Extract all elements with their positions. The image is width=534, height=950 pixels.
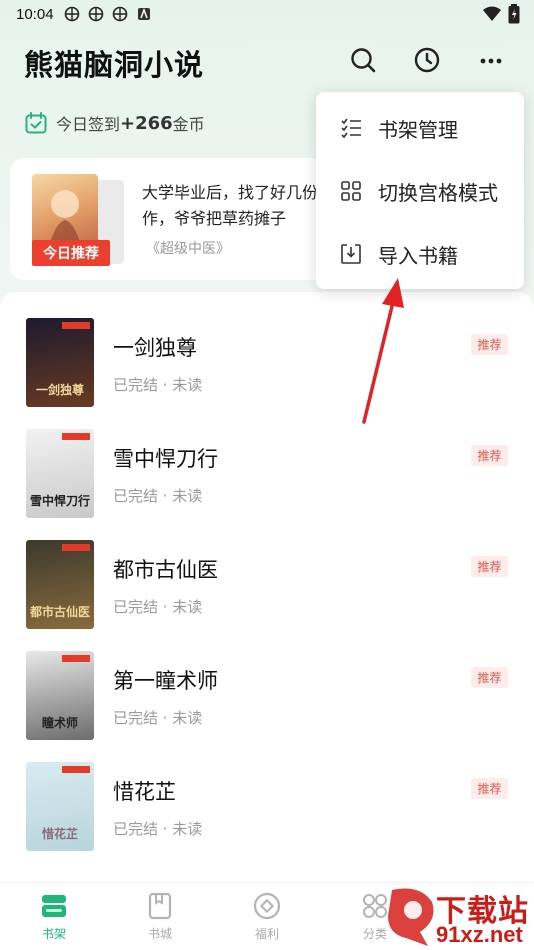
- book-title: 第一瞳术师: [113, 669, 218, 693]
- checklist-icon: [341, 118, 361, 139]
- menu-item-label: 切换宫格模式: [378, 180, 498, 205]
- book-title: 一剑独尊: [113, 336, 197, 360]
- status-indicators: [482, 4, 520, 24]
- book-cover: 瞳术师: [26, 651, 94, 740]
- menu-item-label: 导入书籍: [378, 243, 458, 268]
- recommend-text: 大学毕业后，找了好几份工作，爷爷把草药摊子: [142, 183, 335, 228]
- menu-item-bookshelf-manage[interactable]: 书架管理: [316, 96, 524, 160]
- nav-bookshelf[interactable]: 书架: [24, 891, 84, 947]
- battery-icon: [508, 4, 520, 24]
- menu-item-import-books[interactable]: 导入书籍: [316, 222, 524, 286]
- cover-publisher-tag: [62, 544, 90, 551]
- nav-label: 书架: [41, 927, 66, 941]
- book-row[interactable]: 瞳术师 第一瞳术师已完结 · 未读 推荐: [0, 625, 534, 740]
- calendar-check-icon: [25, 112, 47, 134]
- book-title: 惜花芷: [113, 780, 176, 804]
- welfare-icon: [253, 892, 281, 920]
- checkin-prefix: 今日签到: [56, 115, 121, 134]
- cover-title-art: 瞳术师: [41, 716, 78, 730]
- nav-label: 福利: [254, 927, 279, 941]
- grid-icon: [341, 181, 361, 201]
- wifi-icon: [483, 6, 501, 21]
- recommend-tag: 推荐: [471, 445, 508, 466]
- nav-label: 书城: [147, 927, 172, 941]
- app-notification-icon: [137, 7, 150, 20]
- menu-item-label: 书架管理: [378, 117, 458, 142]
- search-icon: [351, 48, 376, 73]
- status-time: 10:04: [16, 5, 54, 23]
- cover-title-art: 都市古仙医: [30, 605, 91, 619]
- recommend-badge: 今日推荐: [32, 240, 110, 266]
- book-cover: 惜花芷: [26, 762, 94, 851]
- checkin-suffix: 金币: [172, 115, 205, 134]
- search-button[interactable]: [345, 42, 381, 78]
- cover-title-art: 雪中悍刀行: [30, 494, 91, 508]
- book-row[interactable]: 惜花芷 惜花芷 已完结 · 未读 推荐: [0, 736, 534, 851]
- book-status: 已完结 · 未读: [113, 598, 203, 616]
- recommend-tag: 推荐: [471, 778, 508, 799]
- notification-icon: [112, 6, 127, 22]
- cover-title-art: 一剑独尊: [35, 383, 84, 397]
- bookstore-icon: [148, 892, 172, 920]
- cover-publisher-tag: [62, 322, 90, 329]
- book-row[interactable]: 都市古仙医 都市古仙医 已完结 · 未读 推荐: [0, 514, 534, 629]
- book-cover: 一剑独尊: [26, 318, 94, 407]
- checkin-bar[interactable]: 今日签到 +266 金币: [24, 110, 205, 136]
- menu-item-grid-mode[interactable]: 切换宫格模式: [316, 159, 524, 223]
- recommend-book-name: 《超级中医》: [146, 241, 230, 257]
- cover-publisher-tag: [62, 655, 90, 662]
- bookshelf-list: 一剑独尊 一剑独尊 已完结 · 未读 推荐 雪中悍刀行 雪中悍刀行 已完结 · 未读 推荐 都市…: [0, 292, 534, 882]
- import-icon: [341, 244, 361, 264]
- clock-icon: [414, 47, 440, 73]
- book-status: 已完结 · 未读: [113, 709, 203, 727]
- history-button[interactable]: [409, 42, 445, 78]
- notification-icon: [64, 6, 79, 22]
- book-cover: 都市古仙医: [26, 540, 94, 629]
- cover-publisher-tag: [62, 433, 90, 440]
- recommend-tag: 推荐: [471, 556, 508, 577]
- annotation-arrow: [362, 278, 404, 424]
- cover-title-art: 惜花芷: [41, 827, 78, 841]
- book-row[interactable]: 雪中悍刀行 雪中悍刀行 已完结 · 未读 推荐: [0, 403, 534, 518]
- book-title: 都市古仙医: [113, 558, 218, 582]
- recommend-tag: 推荐: [471, 334, 508, 355]
- book-status: 已完结 · 未读: [113, 376, 203, 394]
- status-bar: 10:04: [0, 0, 534, 28]
- checkin-amount: +266: [120, 112, 173, 134]
- bookshelf-icon: [42, 895, 66, 917]
- book-status: 已完结 · 未读: [113, 487, 203, 505]
- recommend-tag: 推荐: [471, 667, 508, 688]
- book-row[interactable]: 一剑独尊 一剑独尊 已完结 · 未读 推荐: [0, 292, 534, 407]
- more-menu: 书架管理 切换宫格模式 导入书籍: [316, 92, 524, 289]
- nav-bookstore[interactable]: 书城: [130, 891, 190, 947]
- watermark-url: 91xz.net: [436, 922, 523, 947]
- app-title: 熊猫脑洞小说: [24, 48, 205, 82]
- nav-welfare[interactable]: 福利: [237, 891, 297, 947]
- notification-icon: [88, 6, 103, 22]
- cover-publisher-tag: [62, 766, 90, 773]
- more-button[interactable]: [473, 42, 509, 78]
- book-title: 雪中悍刀行: [113, 447, 218, 471]
- more-icon: [480, 58, 502, 64]
- book-cover: 雪中悍刀行: [26, 429, 94, 518]
- book-status: 已完结 · 未读: [113, 820, 203, 838]
